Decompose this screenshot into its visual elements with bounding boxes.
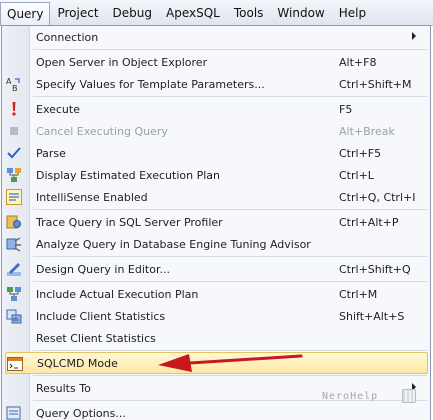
query-options-icon xyxy=(6,405,22,420)
svg-text:B: B xyxy=(12,84,18,92)
profiler-icon xyxy=(6,214,22,230)
menu-item-query-options[interactable]: Query Options... xyxy=(2,402,430,420)
separator xyxy=(33,256,427,257)
menu-item-shortcut: F5 xyxy=(339,102,353,116)
menu-help[interactable]: Help xyxy=(332,0,373,25)
design-query-icon xyxy=(6,261,22,277)
menu-item-label: Display Estimated Execution Plan xyxy=(36,168,220,182)
menu-item-shortcut: Ctrl+Q, Ctrl+I xyxy=(339,190,416,204)
menu-item-parse[interactable]: Parse Ctrl+F5 xyxy=(2,142,430,164)
menu-item-trace-query[interactable]: Trace Query in SQL Server Profiler Ctrl+… xyxy=(2,211,430,233)
sqlcmd-icon xyxy=(7,356,23,372)
menu-item-cancel-executing[interactable]: Cancel Executing Query Alt+Break xyxy=(2,120,430,142)
menu-item-shortcut: Alt+F8 xyxy=(339,55,377,69)
menu-item-shortcut: Shift+Alt+S xyxy=(339,309,405,323)
cancel-icon xyxy=(6,123,22,139)
separator xyxy=(33,350,427,351)
menu-item-reset-client-statistics[interactable]: Reset Client Statistics xyxy=(2,327,430,349)
query-dropdown-menu: Connection Open Server in Object Explore… xyxy=(1,25,431,420)
template-parameters-icon: AB xyxy=(6,76,22,92)
menu-item-analyze-query[interactable]: Analyze Query in Database Engine Tuning … xyxy=(2,233,430,255)
watermark: NeroHelp xyxy=(322,391,379,402)
actual-plan-icon xyxy=(6,286,22,302)
menu-item-sqlcmd-mode[interactable]: SQLCMD Mode xyxy=(5,352,428,374)
execute-icon xyxy=(6,101,22,117)
menu-item-label: Include Actual Execution Plan xyxy=(36,287,199,301)
separator xyxy=(33,49,427,50)
separator xyxy=(33,209,427,210)
menu-item-specify-values[interactable]: AB Specify Values for Template Parameter… xyxy=(2,73,430,95)
menu-debug[interactable]: Debug xyxy=(106,0,159,25)
menu-project[interactable]: Project xyxy=(50,0,105,25)
menu-item-label: Execute xyxy=(36,102,80,116)
menu-item-label: Reset Client Statistics xyxy=(36,331,156,345)
menu-item-shortcut: Ctrl+M xyxy=(339,287,378,301)
menu-item-include-client-statistics[interactable]: Include Client Statistics Shift+Alt+S xyxy=(2,305,430,327)
menu-item-label: IntelliSense Enabled xyxy=(36,190,148,204)
checkmark-icon xyxy=(6,145,22,161)
menu-item-shortcut: Ctrl+Shift+M xyxy=(339,77,412,91)
menu-item-label: Design Query in Editor... xyxy=(36,262,170,276)
menu-apexsql[interactable]: ApexSQL xyxy=(159,0,227,25)
menu-item-shortcut: Ctrl+Shift+Q xyxy=(339,262,411,276)
menu-item-label: Results To xyxy=(36,381,91,395)
menu-item-label: Include Client Statistics xyxy=(36,309,166,323)
intellisense-icon xyxy=(6,189,22,205)
menu-bar: Query Project Debug ApexSQL Tools Window… xyxy=(0,0,433,26)
submenu-arrow-icon xyxy=(412,32,416,40)
menu-window[interactable]: Window xyxy=(270,0,331,25)
menu-item-shortcut: Ctrl+Alt+P xyxy=(339,215,399,229)
menu-item-label: SQLCMD Mode xyxy=(37,356,118,370)
menu-item-shortcut: Alt+Break xyxy=(339,124,395,138)
menu-item-open-server[interactable]: Open Server in Object Explorer Alt+F8 xyxy=(2,51,430,73)
menu-item-connection[interactable]: Connection xyxy=(2,26,430,48)
menu-query[interactable]: Query xyxy=(0,2,51,25)
client-statistics-icon xyxy=(6,308,22,324)
separator xyxy=(33,281,427,282)
menu-item-label: Parse xyxy=(36,146,66,160)
menu-tools[interactable]: Tools xyxy=(227,0,271,25)
menu-item-include-actual-plan[interactable]: Include Actual Execution Plan Ctrl+M xyxy=(2,283,430,305)
separator xyxy=(33,96,427,97)
menu-item-label: Connection xyxy=(36,30,99,44)
menu-item-design-query[interactable]: Design Query in Editor... Ctrl+Shift+Q xyxy=(2,258,430,280)
watermark-logo-icon xyxy=(402,389,416,403)
menu-item-label: Specify Values for Template Parameters..… xyxy=(36,77,265,91)
menu-item-label: Open Server in Object Explorer xyxy=(36,55,208,69)
menu-item-shortcut: Ctrl+L xyxy=(339,168,374,182)
menu-item-display-estimated-plan[interactable]: Display Estimated Execution Plan Ctrl+L xyxy=(2,164,430,186)
tuning-advisor-icon xyxy=(6,236,22,252)
execution-plan-icon xyxy=(6,167,22,183)
menu-item-intellisense[interactable]: IntelliSense Enabled Ctrl+Q, Ctrl+I xyxy=(2,186,430,208)
menu-item-label: Trace Query in SQL Server Profiler xyxy=(36,215,223,229)
menu-item-label: Cancel Executing Query xyxy=(36,124,168,138)
separator xyxy=(33,375,427,376)
menu-item-execute[interactable]: Execute F5 xyxy=(2,98,430,120)
menu-item-label: Query Options... xyxy=(36,406,126,420)
menu-item-label: Analyze Query in Database Engine Tuning … xyxy=(36,237,311,251)
menu-item-shortcut: Ctrl+F5 xyxy=(339,146,382,160)
